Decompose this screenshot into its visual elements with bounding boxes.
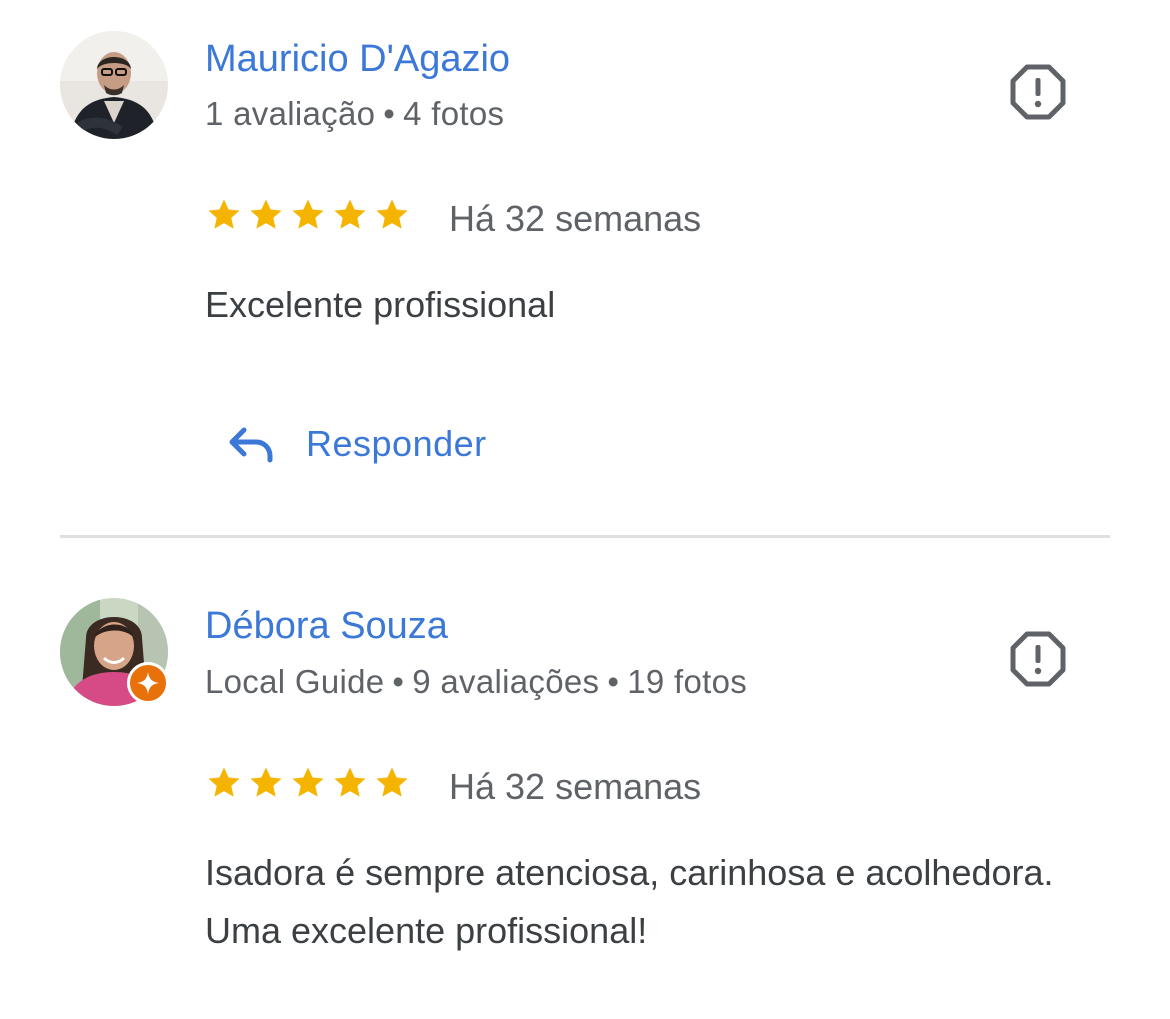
star-icon	[250, 199, 282, 229]
author-name[interactable]: Mauricio D'Agazio	[205, 37, 510, 81]
review-text: Isadora é sempre atenciosa, carinhosa e …	[205, 852, 1054, 951]
star-icon	[208, 199, 240, 229]
local-guide-label: Local Guide	[205, 663, 385, 700]
star-icon	[208, 767, 240, 797]
flag-report-icon[interactable]	[1009, 630, 1067, 688]
separator-dot: •	[383, 95, 396, 132]
review-card: Débora Souza Local Guide • 9 avaliações • 19…	[0, 538, 1170, 1019]
author-meta: Local Guide • 9 avaliações • 19 fotos	[205, 662, 747, 702]
reply-label: Responder	[306, 423, 487, 464]
star-icon	[334, 767, 366, 797]
separator-dot: •	[392, 663, 405, 700]
photo-count: 19 fotos	[627, 663, 748, 700]
author-meta: 1 avaliação • 4 fotos	[205, 94, 504, 134]
star-icon	[376, 767, 408, 797]
review-card: Mauricio D'Agazio 1 avaliação • 4 fotos Há…	[0, 0, 1170, 536]
local-guide-badge-icon	[127, 662, 169, 704]
reply-button[interactable]: Responder	[226, 414, 487, 474]
separator-dot: •	[607, 663, 620, 700]
star-icon	[250, 767, 282, 797]
review-date: Há 32 semanas	[449, 198, 702, 239]
star-icon	[376, 199, 408, 229]
photo-count: 4 fotos	[403, 95, 505, 132]
star-rating	[205, 764, 411, 804]
star-rating	[205, 196, 411, 236]
review-text: Excelente profissional	[205, 284, 556, 325]
reply-arrow-icon	[229, 427, 273, 463]
avatar-photo	[60, 31, 168, 139]
review-count: 1 avaliação	[205, 95, 376, 132]
review-count: 9 avaliações	[412, 663, 600, 700]
avatar[interactable]	[60, 31, 168, 139]
author-name[interactable]: Débora Souza	[205, 604, 448, 648]
star-icon	[292, 199, 324, 229]
flag-report-icon[interactable]	[1009, 63, 1067, 121]
star-icon	[334, 199, 366, 229]
star-icon	[292, 767, 324, 797]
review-date: Há 32 semanas	[449, 766, 702, 807]
